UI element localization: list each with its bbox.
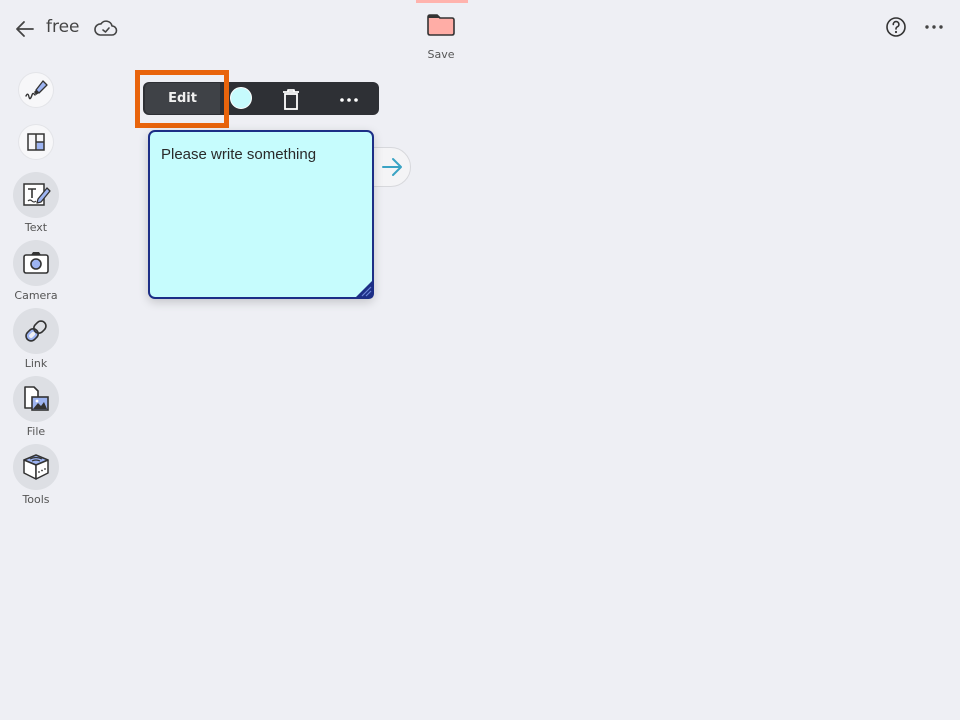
sticky-note[interactable]: Please write something	[148, 130, 374, 299]
tool-camera-circle	[13, 240, 59, 286]
help-button[interactable]	[885, 16, 907, 38]
color-swatch-icon[interactable]	[230, 87, 252, 109]
tool-link-label: Link	[24, 357, 48, 370]
question-circle-icon	[886, 17, 906, 37]
tool-file[interactable]: File	[0, 376, 72, 438]
tool-tools-label: Tools	[22, 493, 50, 506]
cloud-check-icon[interactable]	[93, 16, 119, 40]
save-indicator	[416, 0, 468, 3]
file-image-icon	[24, 386, 49, 411]
ellipsis-horizontal-icon	[340, 98, 358, 102]
trash-icon	[283, 89, 299, 110]
edit-button[interactable]: Edit	[145, 83, 220, 114]
tool-layout-circle	[19, 125, 53, 159]
tool-file-label: File	[26, 425, 46, 438]
back-button[interactable]	[12, 16, 38, 42]
tool-camera[interactable]: Camera	[0, 240, 72, 302]
tool-text-circle	[13, 172, 59, 218]
tool-link[interactable]: Link	[0, 308, 72, 370]
camera-icon	[23, 252, 49, 274]
tool-layout[interactable]	[0, 120, 72, 166]
save-button[interactable]: Save	[416, 0, 468, 64]
arrow-left-icon	[16, 21, 34, 37]
folder-icon	[427, 14, 455, 36]
tool-pen-circle	[19, 73, 53, 107]
layout-grid-icon	[27, 133, 45, 151]
note-more-button[interactable]	[336, 90, 362, 108]
tool-tools-circle	[13, 444, 59, 490]
tool-file-circle	[13, 376, 59, 422]
link-icon	[25, 320, 47, 342]
save-label: Save	[427, 48, 455, 61]
top-bar: free Save	[0, 0, 960, 61]
sticky-note-text[interactable]: Please write something	[161, 146, 316, 163]
toolbox-icon	[23, 454, 49, 480]
delete-button[interactable]	[280, 87, 302, 111]
tool-tools[interactable]: Tools	[0, 444, 72, 506]
tool-camera-label: Camera	[14, 289, 58, 302]
arrow-right-icon	[382, 158, 402, 176]
ellipsis-horizontal-icon	[925, 25, 943, 29]
text-edit-icon	[23, 183, 51, 206]
more-options-button[interactable]	[922, 17, 946, 37]
tool-pen[interactable]	[0, 68, 72, 114]
resize-handle-icon[interactable]	[352, 277, 374, 299]
tool-link-circle	[13, 308, 59, 354]
tool-text[interactable]: Text	[0, 172, 72, 234]
tool-text-label: Text	[24, 221, 48, 234]
board-title[interactable]: free	[46, 17, 80, 37]
marker-pen-icon	[25, 80, 48, 100]
